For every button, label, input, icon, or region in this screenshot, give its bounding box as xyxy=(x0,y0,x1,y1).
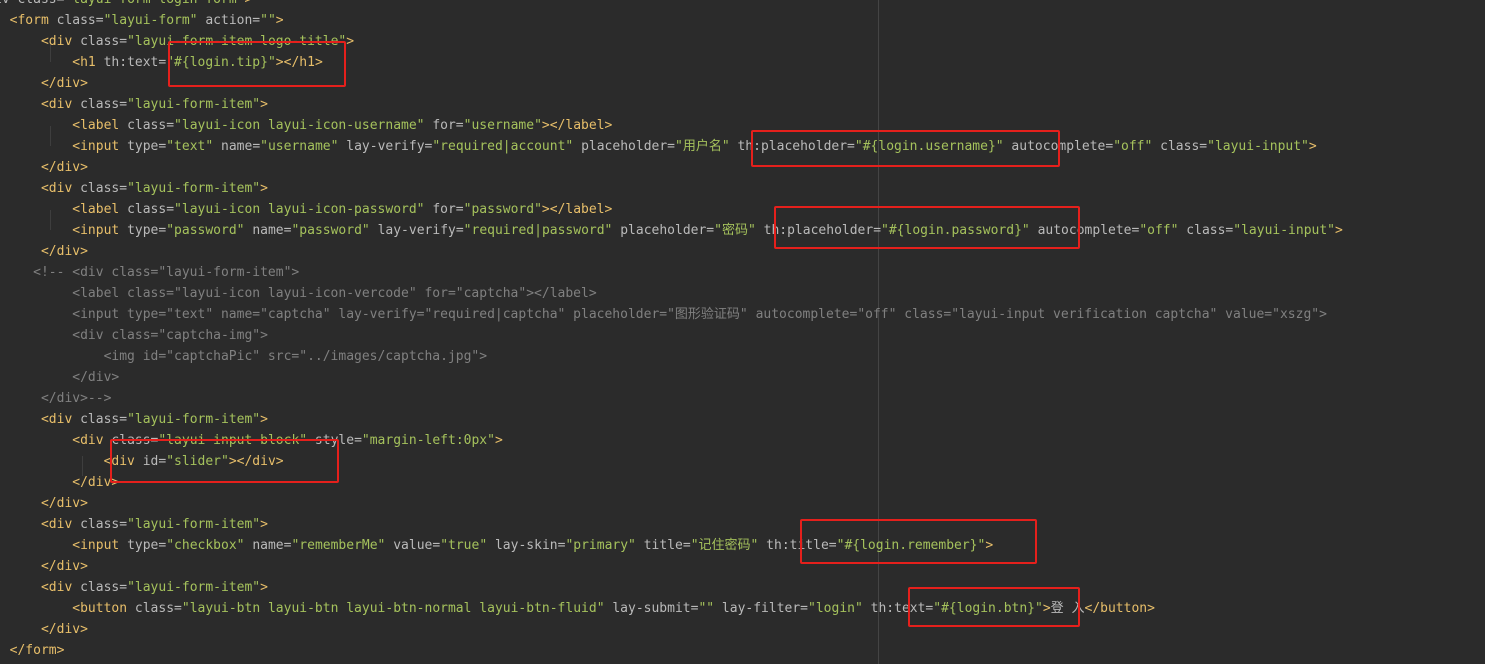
code-line[interactable]: <div class="layui-form-item"> xyxy=(0,514,268,535)
code-line[interactable]: </form> xyxy=(0,640,65,661)
code-line[interactable]: <img id="captchaPic" src="../images/capt… xyxy=(0,346,488,367)
code-line[interactable]: <div class="captcha-img"> xyxy=(0,325,268,346)
code-line[interactable]: </div> xyxy=(0,367,119,388)
login-remember-highlight xyxy=(800,519,1037,564)
code-line[interactable]: </div> xyxy=(0,556,88,577)
code-line[interactable]: iv class="layui-form login-form"> xyxy=(0,0,252,10)
code-line[interactable]: <input type="text" name="captcha" lay-ve… xyxy=(0,304,1327,325)
code-line[interactable]: </div> xyxy=(0,619,88,640)
code-line[interactable]: </div> xyxy=(0,73,88,94)
code-line[interactable]: </div> xyxy=(0,472,119,493)
code-line[interactable]: <label class="layui-icon layui-icon-pass… xyxy=(0,199,612,220)
login-tip-highlight xyxy=(168,41,346,87)
code-line[interactable]: <form class="layui-form" action=""> xyxy=(0,10,284,31)
code-line[interactable]: </div> xyxy=(0,157,88,178)
code-line[interactable]: </div> xyxy=(0,493,88,514)
login-password-highlight xyxy=(774,206,1080,249)
code-line[interactable]: <div class="layui-form-item"> xyxy=(0,409,268,430)
code-line[interactable]: <input type="password" name="password" l… xyxy=(0,220,1343,241)
code-line[interactable]: <input type="text" name="username" lay-v… xyxy=(0,136,1316,157)
code-line[interactable]: <div class="layui-form-item"> xyxy=(0,178,268,199)
code-line[interactable]: <div class="layui-form-item"> xyxy=(0,94,268,115)
code-line[interactable]: <div class="layui-form-item"> xyxy=(0,577,268,598)
right-margin-guide xyxy=(878,0,879,664)
code-line[interactable]: </div>--> xyxy=(0,388,111,409)
slider-highlight xyxy=(110,439,339,483)
login-username-highlight xyxy=(751,130,1060,167)
code-editor[interactable]: iv class="layui-form login-form"> <form … xyxy=(0,0,1485,664)
code-line[interactable]: <!-- <div class="layui-form-item"> xyxy=(0,262,299,283)
code-line[interactable]: <label class="layui-icon layui-icon-user… xyxy=(0,115,612,136)
code-line[interactable]: <label class="layui-icon layui-icon-verc… xyxy=(0,283,596,304)
code-line[interactable]: </div> xyxy=(0,241,88,262)
login-btn-highlight xyxy=(908,587,1080,627)
